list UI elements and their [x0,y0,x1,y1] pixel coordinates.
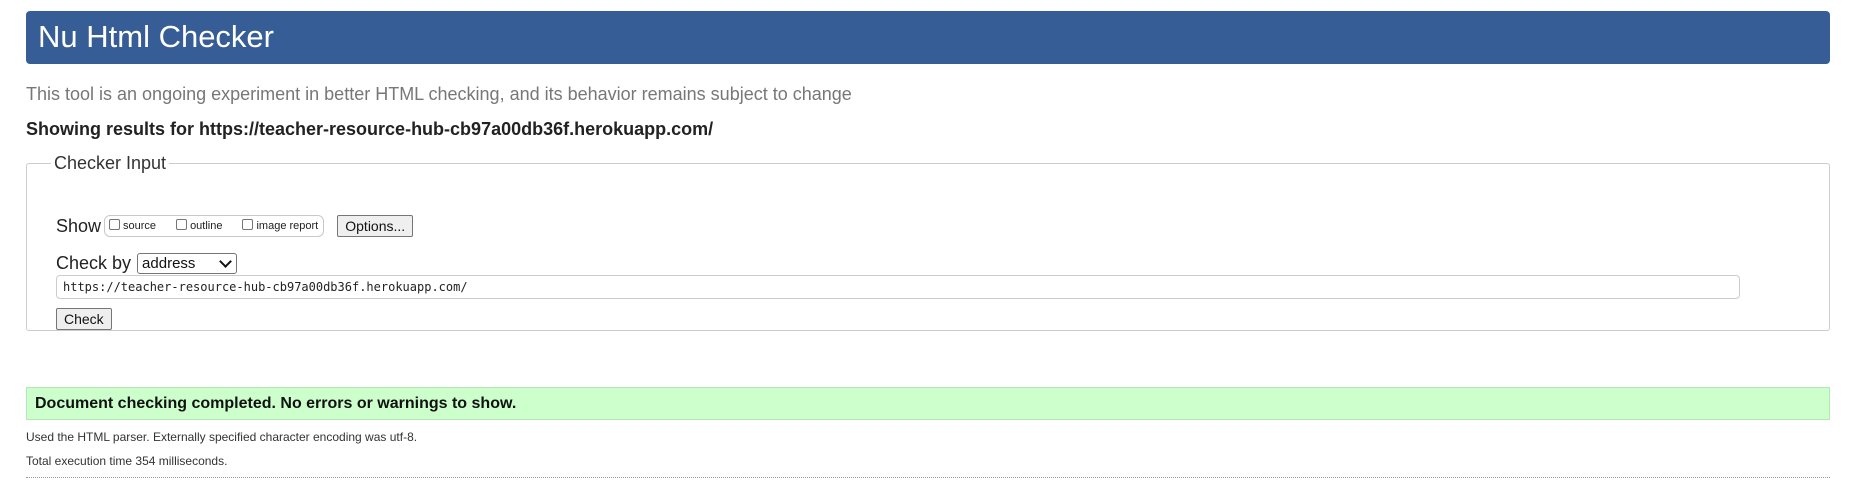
dotted-divider [26,477,1830,478]
check-by-label: Check by [56,252,132,273]
checker-input-fieldset: Checker Input Show source outline image … [26,153,1830,331]
show-outline-option[interactable]: outline [176,218,223,232]
page-title: Nu Html Checker [38,19,274,54]
check-button[interactable]: Check [56,308,112,330]
url-input[interactable]: https://teacher-resource-hub-cb97a00db36… [56,275,1740,299]
chevron-down-icon [219,254,232,268]
outline-checkbox[interactable] [176,218,188,230]
tagline: This tool is an ongoing experiment in be… [26,84,852,104]
source-checkbox[interactable] [109,218,121,230]
check-by-row: Check by address [56,251,238,275]
show-row: Show source outline image report Options… [56,214,414,238]
show-options-group: source outline image report [104,215,325,237]
success-message: Document checking completed. No errors o… [26,387,1830,420]
image-report-checkbox-label: image report [256,220,319,232]
check-by-selected-value: address [142,254,196,272]
show-source-option[interactable]: source [109,218,157,232]
source-checkbox-label: source [123,220,157,232]
show-image-report-option[interactable]: image report [242,218,319,232]
options-button[interactable]: Options... [337,215,414,237]
image-report-checkbox[interactable] [242,218,254,230]
header-banner: Nu Html Checker [26,11,1830,64]
execution-time: Total execution time 354 milliseconds. [26,454,228,468]
outline-checkbox-label: outline [190,220,223,232]
check-by-select[interactable]: address [137,252,238,274]
url-input-value: https://teacher-resource-hub-cb97a00db36… [63,280,468,294]
show-label: Show [56,215,102,236]
page: Nu Html Checker This tool is an ongoing … [0,0,1853,491]
parser-details: Used the HTML parser. Externally specifi… [26,430,418,444]
checker-input-legend: Checker Input [54,153,167,173]
showing-results-heading: Showing results for https://teacher-reso… [26,119,714,139]
